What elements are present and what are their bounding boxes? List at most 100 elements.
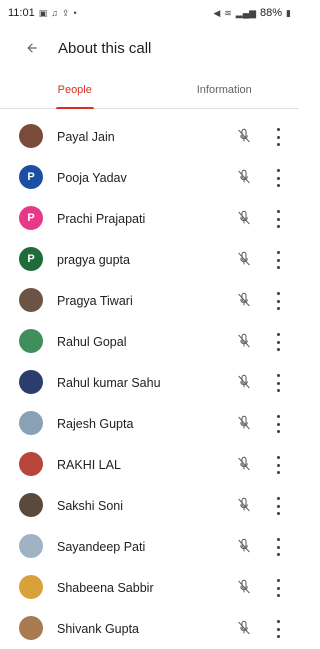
more-options-icon[interactable] bbox=[272, 251, 284, 269]
mic-off-icon[interactable] bbox=[236, 291, 252, 309]
mic-off-icon[interactable] bbox=[236, 209, 252, 227]
avatar-image: P bbox=[19, 247, 43, 271]
avatar-initial: P bbox=[27, 171, 35, 183]
avatar bbox=[19, 616, 43, 640]
participant-name: pragya gupta bbox=[57, 252, 130, 267]
participant-name: Pooja Yadav bbox=[57, 170, 127, 185]
more-options-icon[interactable] bbox=[272, 620, 284, 638]
mic-off-icon[interactable] bbox=[236, 578, 252, 596]
avatar bbox=[19, 288, 43, 312]
avatar bbox=[19, 124, 43, 148]
avatar-image: P bbox=[19, 206, 43, 230]
avatar-image bbox=[19, 616, 43, 640]
signal-icon: ▂▄▆ bbox=[235, 7, 257, 18]
participant-row[interactable]: P Prachi Prajapati bbox=[0, 198, 299, 239]
participant-row[interactable]: Shabeena Sabbir bbox=[0, 567, 299, 608]
participant-name: Rahul Gopal bbox=[57, 334, 127, 349]
more-options-icon[interactable] bbox=[272, 374, 284, 392]
participant-row[interactable]: RAKHI LAL bbox=[0, 444, 299, 485]
participant-row[interactable]: Ppragya gupta bbox=[0, 239, 299, 280]
wifi-status-icon: ≋ bbox=[224, 7, 232, 18]
participant-name: RAKHI LAL bbox=[57, 457, 121, 472]
tab-bar: People Information bbox=[0, 72, 299, 109]
dot-notification-icon: • bbox=[73, 8, 77, 18]
back-arrow-icon bbox=[27, 43, 37, 53]
more-options-icon[interactable] bbox=[272, 579, 284, 597]
avatar: P bbox=[19, 206, 43, 230]
mic-off-icon[interactable] bbox=[236, 127, 252, 145]
participant-name: Sayandeep Pati bbox=[57, 539, 146, 554]
participant-name: Shivank Gupta bbox=[57, 621, 139, 636]
avatar-image bbox=[19, 288, 43, 312]
more-options-icon[interactable] bbox=[272, 292, 284, 310]
mic-off-icon[interactable] bbox=[236, 496, 252, 514]
more-options-icon[interactable] bbox=[272, 210, 284, 228]
participant-row[interactable]: P Pooja Yadav bbox=[0, 157, 299, 198]
participant-name: Sakshi Soni bbox=[57, 498, 124, 513]
avatar-image bbox=[19, 124, 43, 148]
status-time: 11:01 bbox=[8, 7, 35, 19]
avatar-image bbox=[19, 452, 43, 476]
more-options-icon[interactable] bbox=[272, 169, 284, 187]
mic-off-icon[interactable] bbox=[236, 168, 252, 186]
more-options-icon[interactable] bbox=[272, 497, 284, 515]
participant-row[interactable]: Rahul kumar Sahu bbox=[0, 362, 299, 403]
participant-name: Payal Jain bbox=[57, 129, 115, 144]
participant-row[interactable]: Shivank Gupta bbox=[0, 608, 299, 649]
participant-name: Rahul kumar Sahu bbox=[57, 375, 161, 390]
back-button[interactable] bbox=[10, 26, 54, 70]
avatar bbox=[19, 370, 43, 394]
participant-row[interactable]: Rahul Gopal bbox=[0, 321, 299, 362]
avatar-image bbox=[19, 329, 43, 353]
participant-name: Pragya Tiwari bbox=[57, 293, 133, 308]
avatar-image bbox=[19, 370, 43, 394]
mic-off-icon[interactable] bbox=[236, 455, 252, 473]
avatar: P bbox=[19, 247, 43, 271]
participant-name: Prachi Prajapati bbox=[57, 211, 146, 226]
mic-off-icon[interactable] bbox=[236, 414, 252, 432]
avatar bbox=[19, 493, 43, 517]
avatar-image bbox=[19, 411, 43, 435]
participant-row[interactable]: Pragya Tiwari bbox=[0, 280, 299, 321]
avatar-image: P bbox=[19, 165, 43, 189]
music-notification-icon: ♫ bbox=[51, 8, 58, 18]
mute-status-icon: ◀ bbox=[213, 7, 221, 18]
participant-row[interactable]: Rajesh Gupta bbox=[0, 403, 299, 444]
more-options-icon[interactable] bbox=[272, 128, 284, 146]
avatar-initial: P bbox=[27, 253, 35, 265]
avatar bbox=[19, 534, 43, 558]
avatar bbox=[19, 411, 43, 435]
more-options-icon[interactable] bbox=[272, 333, 284, 351]
more-options-icon[interactable] bbox=[272, 456, 284, 474]
more-options-icon[interactable] bbox=[272, 415, 284, 433]
avatar bbox=[19, 575, 43, 599]
mic-off-icon[interactable] bbox=[236, 619, 252, 637]
participant-name: Shabeena Sabbir bbox=[57, 580, 154, 595]
participant-row[interactable]: Sakshi Soni bbox=[0, 485, 299, 526]
avatar-image bbox=[19, 493, 43, 517]
mic-off-icon[interactable] bbox=[236, 373, 252, 391]
mic-off-icon[interactable] bbox=[236, 250, 252, 268]
avatar-image bbox=[19, 534, 43, 558]
avatar-image bbox=[19, 575, 43, 599]
avatar: P bbox=[19, 165, 43, 189]
app-bar: About this call bbox=[0, 26, 299, 70]
upload-notification-icon: ⇪ bbox=[61, 7, 70, 18]
avatar-initial: P bbox=[27, 212, 35, 224]
mic-off-icon[interactable] bbox=[236, 332, 252, 350]
avatar bbox=[19, 329, 43, 353]
tab-people[interactable]: People bbox=[0, 72, 150, 108]
tab-information[interactable]: Information bbox=[150, 72, 300, 108]
participant-name: Rajesh Gupta bbox=[57, 416, 134, 431]
battery-icon: ▮ bbox=[286, 7, 291, 18]
participant-row[interactable]: Sayandeep Pati bbox=[0, 526, 299, 567]
page-title: About this call bbox=[58, 39, 152, 57]
gallery-notification-icon: ▣ bbox=[38, 7, 48, 18]
battery-level: 88% bbox=[260, 7, 283, 19]
participant-list: Payal Jain P Pooja Yadav P Prachi Prajapati P… bbox=[0, 116, 299, 649]
mic-off-icon[interactable] bbox=[236, 537, 252, 555]
avatar bbox=[19, 452, 43, 476]
participant-row[interactable]: Payal Jain bbox=[0, 116, 299, 157]
status-bar: 11:01 ▣ ♫ ⇪ • ◀ ≋ ▂▄▆ 88% ▮ bbox=[0, 0, 299, 26]
more-options-icon[interactable] bbox=[272, 538, 284, 556]
